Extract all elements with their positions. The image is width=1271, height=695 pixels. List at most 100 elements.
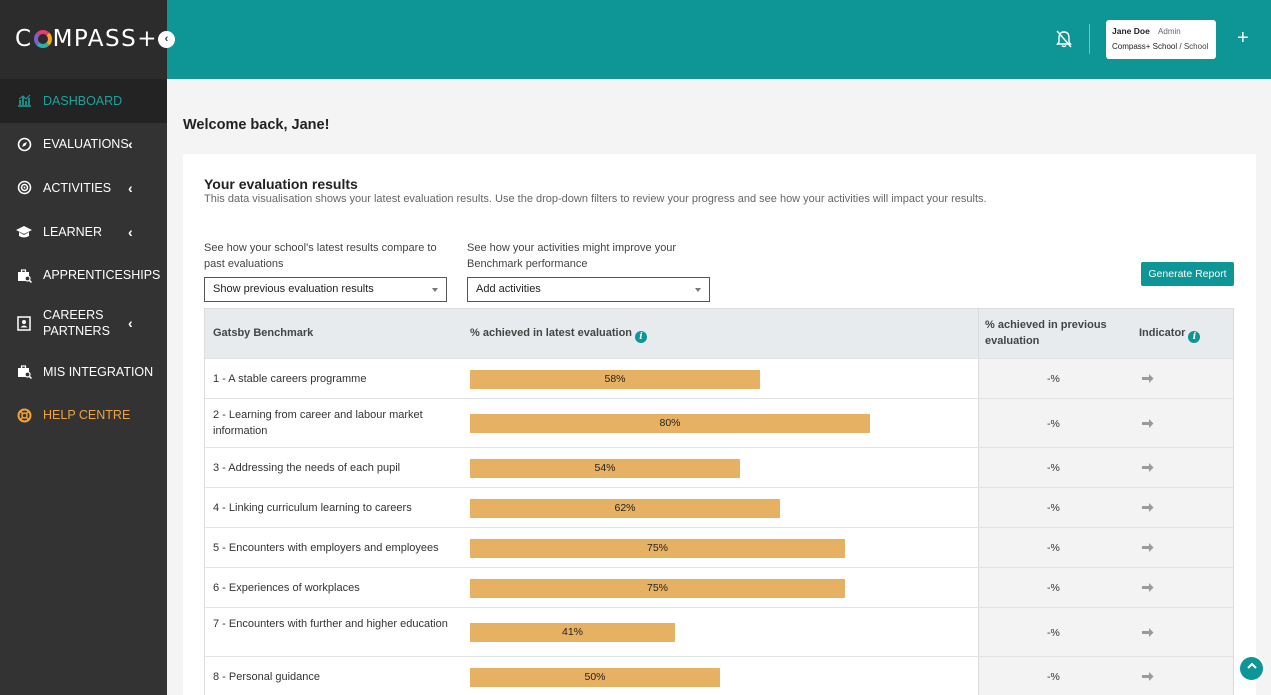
collapse-sidebar-button[interactable]: ‹	[158, 31, 175, 48]
table-row: 7 - Encounters with further and higher e…	[205, 607, 1233, 656]
chevron-left-icon: ‹	[128, 136, 133, 153]
arrow-right-icon	[1142, 461, 1154, 476]
contact-card-icon	[16, 315, 32, 331]
info-icon[interactable]: i	[635, 331, 648, 343]
briefcase-search-icon	[16, 364, 32, 380]
sidebar: C MPASS+ DASHBOARD EVALUATIONS ‹ ACTIVITI…	[0, 0, 167, 695]
previous-column-cell	[978, 359, 1233, 398]
previous-score: -%	[1047, 542, 1060, 554]
previous-results-select[interactable]: Show previous evaluation results	[204, 277, 447, 302]
latest-score-bar: 75%	[470, 538, 845, 558]
table-row: 4 - Linking curriculum learning to caree…	[205, 487, 1233, 527]
header-divider	[1089, 24, 1090, 54]
filter-activities-label: See how your activities might improve yo…	[467, 242, 677, 270]
header-latest-label: % achieved in latest evaluation	[470, 327, 633, 339]
benchmark-name: 1 - A stable careers programme	[213, 373, 367, 385]
sidebar-item-evaluations[interactable]: EVALUATIONS ‹	[0, 123, 167, 167]
evaluation-results-card: Your evaluation results This data visual…	[183, 154, 1256, 695]
sidebar-item-apprenticeships[interactable]: APPRENTICESHIPS	[0, 253, 167, 297]
add-icon[interactable]: +	[1237, 27, 1249, 50]
user-name: Jane Doe	[1112, 26, 1150, 36]
caret-down-icon	[695, 288, 701, 292]
select-value: Add activities	[476, 283, 541, 295]
latest-score-bar: 41%	[470, 623, 675, 642]
graduation-cap-icon	[16, 224, 32, 240]
benchmark-name: 2 - Learning from career and labour mark…	[213, 409, 423, 437]
logo-area: C MPASS+	[0, 0, 167, 79]
header-previous: % achieved in previous evaluation	[985, 319, 1107, 347]
add-activities-select[interactable]: Add activities	[467, 277, 710, 302]
benchmark-name: 8 - Personal guidance	[213, 671, 321, 683]
compass-icon	[16, 136, 32, 152]
target-icon	[16, 180, 32, 196]
logo-ring-icon	[33, 30, 52, 48]
sidebar-item-label: APPRENTICESHIPS	[43, 268, 161, 283]
benchmark-name: 7 - Encounters with further and higher e…	[213, 618, 448, 630]
briefcase-search-icon	[16, 267, 32, 283]
previous-score: -%	[1047, 671, 1060, 683]
table-row: 2 - Learning from career and labour mark…	[205, 398, 1233, 447]
previous-score: -%	[1047, 582, 1060, 594]
welcome-heading: Welcome back, Jane!	[183, 117, 330, 133]
latest-score-bar: 80%	[470, 414, 870, 433]
sidebar-item-help-centre[interactable]: HELP CENTRE	[0, 394, 167, 438]
previous-score: -%	[1047, 626, 1060, 639]
previous-column-cell	[978, 399, 1233, 447]
table-row: 6 - Experiences of workplaces 75% -%	[205, 567, 1233, 607]
table-row: 5 - Encounters with employers and employ…	[205, 527, 1233, 567]
caret-down-icon	[432, 288, 438, 292]
user-menu[interactable]: Jane Doe Admin Compass+ School / School	[1106, 20, 1216, 59]
arrow-right-icon	[1142, 417, 1154, 432]
header-benchmark: Gatsby Benchmark	[213, 327, 314, 339]
table-row: 3 - Addressing the needs of each pupil 54…	[205, 447, 1233, 487]
sidebar-item-label: LEARNER	[43, 224, 103, 239]
info-icon[interactable]: i	[1188, 331, 1201, 343]
school-name: Compass+ School	[1112, 42, 1178, 51]
chart-icon	[16, 93, 32, 109]
filter-previous-label: See how your school's latest results com…	[204, 242, 437, 270]
benchmark-name: 4 - Linking curriculum learning to caree…	[213, 502, 412, 514]
chevron-left-icon: ‹	[128, 179, 133, 196]
chevron-left-icon: ‹	[128, 315, 133, 332]
arrow-right-icon	[1142, 541, 1154, 556]
header-indicator: Indicator i	[1139, 325, 1201, 343]
header-indicator-label: Indicator	[1139, 327, 1186, 339]
sidebar-item-label: MIS INTEGRATION	[43, 364, 154, 379]
generate-report-button[interactable]: Generate Report	[1141, 262, 1234, 286]
table-row: 8 - Personal guidance 50% -%	[205, 656, 1233, 695]
previous-column-cell	[978, 608, 1233, 656]
latest-score-bar: 54%	[470, 458, 740, 478]
arrow-right-icon	[1142, 372, 1154, 387]
sidebar-item-label: HELP CENTRE	[43, 408, 131, 423]
latest-score-bar: 58%	[470, 369, 760, 389]
sidebar-item-activities[interactable]: ACTIVITIES ‹	[0, 166, 167, 210]
compass-logo[interactable]: C MPASS+	[15, 26, 158, 52]
previous-column-cell	[978, 528, 1233, 567]
card-description: This data visualisation shows your lates…	[204, 193, 987, 205]
school-type: / School	[1179, 42, 1209, 51]
arrow-right-icon	[1142, 501, 1154, 516]
benchmark-name: 3 - Addressing the needs of each pupil	[213, 462, 401, 474]
notifications-off-icon[interactable]	[1056, 30, 1072, 53]
latest-score-bar: 62%	[470, 498, 780, 518]
previous-score: -%	[1047, 417, 1060, 430]
sidebar-item-label: DASHBOARD	[43, 93, 123, 108]
latest-score-bar: 50%	[470, 667, 720, 687]
table-header: Gatsby Benchmark % achieved in latest ev…	[205, 309, 1233, 358]
previous-score: -%	[1047, 502, 1060, 514]
arrow-right-icon	[1142, 670, 1154, 685]
latest-score-bar: 75%	[470, 578, 845, 598]
select-value: Show previous evaluation results	[213, 283, 374, 295]
sidebar-item-dashboard[interactable]: DASHBOARD	[0, 79, 167, 123]
sidebar-item-careers-partners[interactable]: CAREERS PARTNERS ‹	[0, 297, 167, 350]
benchmark-name: 6 - Experiences of workplaces	[213, 582, 360, 594]
sidebar-item-learner[interactable]: LEARNER ‹	[0, 210, 167, 254]
sidebar-item-mis-integration[interactable]: MIS INTEGRATION	[0, 350, 167, 394]
sidebar-item-label: ACTIVITIES	[43, 180, 112, 195]
scroll-to-top-button[interactable]	[1238, 655, 1265, 682]
sidebar-item-label: EVALUATIONS	[43, 137, 129, 152]
arrow-right-icon	[1142, 581, 1154, 596]
top-header: Jane Doe Admin Compass+ School / School …	[167, 0, 1271, 79]
previous-column-cell	[978, 448, 1233, 487]
column-divider	[978, 309, 979, 358]
